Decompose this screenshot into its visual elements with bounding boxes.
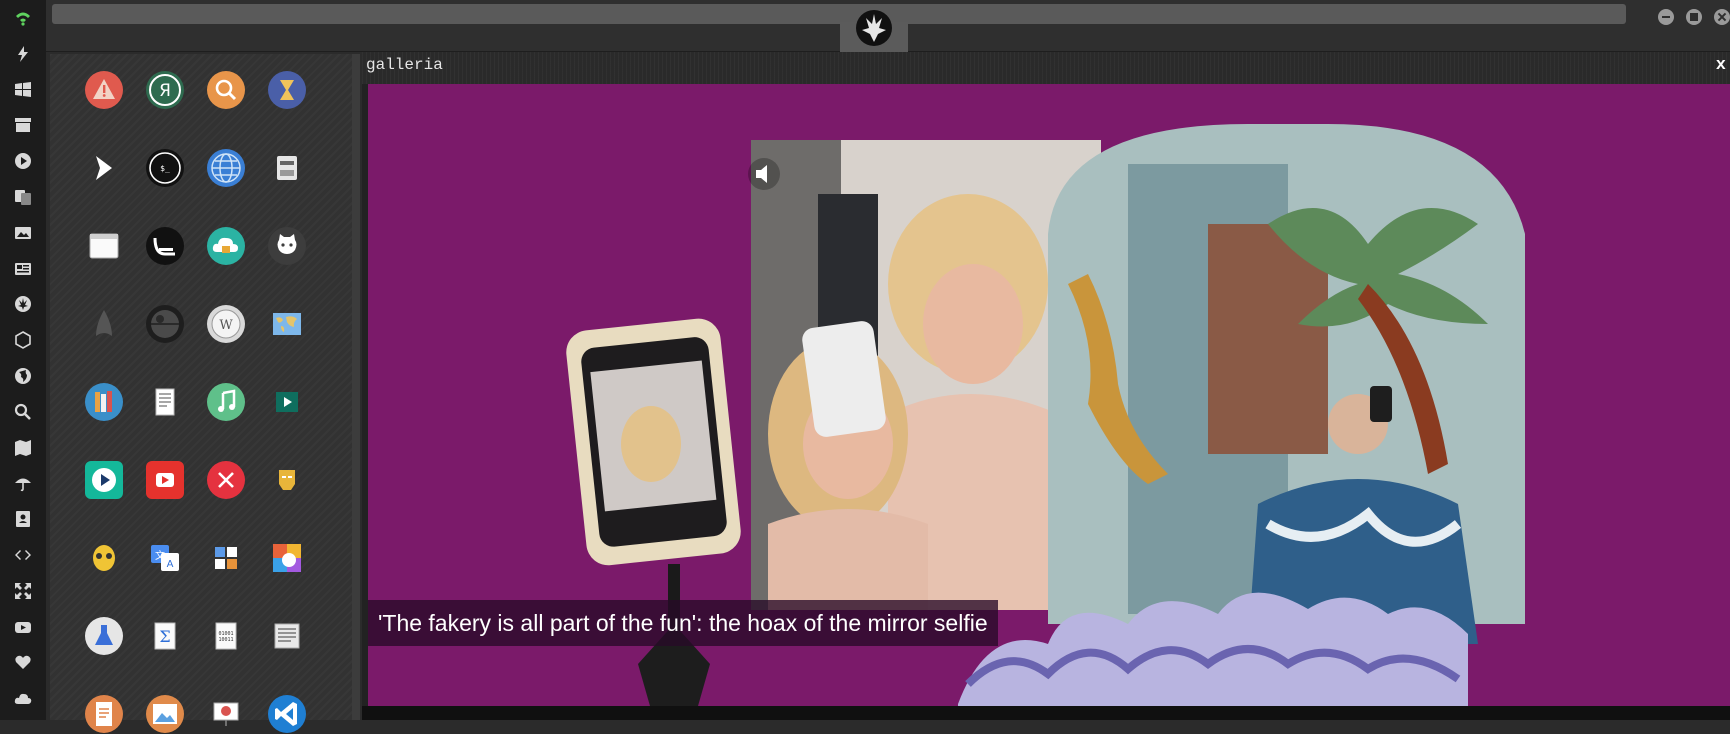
contact-card-icon[interactable]: [0, 504, 46, 534]
cloud-icon[interactable]: [0, 683, 46, 713]
gallery-close-button[interactable]: x: [1716, 56, 1726, 75]
windows-icon[interactable]: [0, 75, 46, 105]
books-icon[interactable]: [84, 382, 124, 422]
translate-icon[interactable]: 文A: [145, 538, 185, 578]
globe-icon[interactable]: [206, 148, 246, 188]
expand-icon[interactable]: [0, 576, 46, 606]
cloud-lock-icon[interactable]: [206, 226, 246, 266]
image-viewer-icon[interactable]: [145, 694, 185, 734]
flask-icon[interactable]: [84, 616, 124, 656]
map-icon[interactable]: [0, 433, 46, 463]
hexagon-icon[interactable]: [0, 325, 46, 355]
video-icon[interactable]: [267, 382, 307, 422]
svg-text:Я: Я: [159, 81, 171, 101]
photos-icon[interactable]: [267, 538, 307, 578]
svg-text:文: 文: [155, 549, 165, 562]
chevron-right-icon[interactable]: [84, 148, 124, 188]
image-icon[interactable]: [0, 218, 46, 248]
play-circle-icon[interactable]: [0, 146, 46, 176]
play-icon[interactable]: [84, 460, 124, 500]
svg-text:10011: 10011: [218, 637, 233, 643]
maximize-button[interactable]: [1686, 9, 1702, 25]
app-launcher: Я $_ W 文 A Σ 01001 10011: [50, 54, 352, 733]
rebel-alliance-icon[interactable]: [0, 289, 46, 319]
translate-icon[interactable]: [0, 182, 46, 212]
presentation-icon[interactable]: [206, 694, 246, 734]
file-icon[interactable]: [84, 694, 124, 734]
search-icon[interactable]: [206, 70, 246, 110]
github-icon[interactable]: [267, 226, 307, 266]
youtube-icon[interactable]: [145, 460, 185, 500]
keyboard-icon[interactable]: [145, 226, 185, 266]
youtube-icon[interactable]: [0, 612, 46, 642]
warning-icon[interactable]: [84, 70, 124, 110]
terminal-icon[interactable]: $_: [145, 148, 185, 188]
image-viewer[interactable]: 'The fakery is all part of the fun': the…: [368, 84, 1730, 706]
svg-text:W: W: [219, 318, 233, 333]
close-button[interactable]: [1714, 9, 1730, 25]
iron-man-icon[interactable]: [267, 460, 307, 500]
minimize-icon: [1662, 16, 1670, 18]
minimize-button[interactable]: [1658, 9, 1674, 25]
wifi-icon[interactable]: [0, 3, 46, 33]
calculator-icon[interactable]: [206, 538, 246, 578]
maximize-icon: [1690, 13, 1698, 21]
wikipedia-icon[interactable]: W: [206, 304, 246, 344]
disk-icon[interactable]: [267, 148, 307, 188]
svg-text:$_: $_: [160, 164, 170, 173]
lightning-icon[interactable]: [0, 39, 46, 69]
hourglass-icon[interactable]: [267, 70, 307, 110]
gallery-title: galleria: [366, 56, 443, 74]
gallery-bottom-bar: [362, 706, 1730, 720]
death-star-icon[interactable]: [145, 304, 185, 344]
left-dock: [0, 0, 46, 720]
document-icon[interactable]: [145, 382, 185, 422]
globe-icon[interactable]: [0, 361, 46, 391]
image-caption: 'The fakery is all part of the fun': the…: [368, 600, 998, 646]
archive-icon[interactable]: [0, 110, 46, 140]
launcher-scrollbar[interactable]: [352, 54, 360, 720]
vscode-icon[interactable]: [267, 694, 307, 734]
svg-text:A: A: [167, 559, 174, 570]
gallery-window: galleria x 'The fakery is all part of th…: [362, 52, 1730, 720]
title-field[interactable]: [52, 4, 1626, 24]
close-circle-icon[interactable]: [206, 460, 246, 500]
yandex-icon[interactable]: Я: [145, 70, 185, 110]
svg-text:Σ: Σ: [159, 627, 170, 646]
text-document-icon[interactable]: [267, 616, 307, 656]
music-note-icon[interactable]: [206, 382, 246, 422]
c3po-icon[interactable]: [84, 538, 124, 578]
newspaper-icon[interactable]: [0, 254, 46, 284]
heart-icon[interactable]: [0, 647, 46, 677]
world-map-icon[interactable]: [267, 304, 307, 344]
browser-window-icon[interactable]: [84, 226, 124, 266]
umbrella-icon[interactable]: [0, 468, 46, 498]
rebel-alliance-icon[interactable]: [854, 8, 894, 48]
binary-file-icon[interactable]: 01001 10011: [206, 616, 246, 656]
search-icon[interactable]: [0, 397, 46, 427]
sigma-icon[interactable]: Σ: [145, 616, 185, 656]
gallery-header: galleria x: [362, 52, 1730, 84]
starfleet-icon[interactable]: [84, 304, 124, 344]
code-icon[interactable]: [0, 540, 46, 570]
